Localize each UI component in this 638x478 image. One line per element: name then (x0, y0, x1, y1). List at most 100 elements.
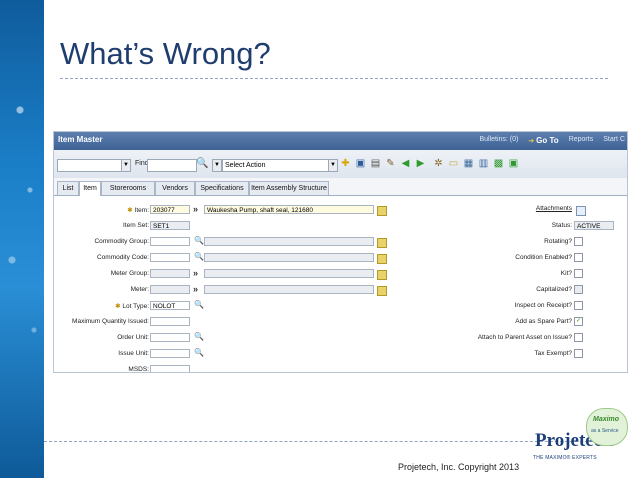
issue-unit-label: Issue Unit: (118, 350, 149, 357)
order-unit-lookup-icon[interactable]: 🔍 (194, 332, 204, 341)
goto-label: Go To (536, 136, 559, 145)
workflow-icon[interactable]: ✲ (432, 157, 445, 170)
item-label: ✱ Item: (127, 207, 149, 214)
edit-icon[interactable]: ✎ (384, 157, 397, 170)
reports-link[interactable]: Reports (569, 136, 594, 145)
folder-icon[interactable]: ▭ (447, 157, 460, 170)
rotating-checkbox[interactable] (574, 237, 583, 246)
lot-type-field[interactable]: NOLOT (150, 301, 190, 310)
commodity-group-field[interactable] (150, 237, 190, 246)
commodity-group-detail-icon[interactable] (377, 238, 387, 248)
status-label: Status: (551, 222, 572, 229)
attach-to-parent-asset-checkbox[interactable] (574, 333, 583, 342)
duplicate-icon[interactable]: ▩ (492, 157, 505, 170)
goto-link[interactable]: ➔ Go To (528, 136, 558, 145)
goto-icon: ➔ (528, 138, 537, 145)
long-description-icon[interactable]: » (193, 204, 198, 214)
maximo-badge: Maximo as a Service (586, 408, 628, 446)
add-as-spare-part-checkbox[interactable]: ✓ (574, 317, 583, 326)
select-action-label: Select Action (225, 162, 266, 169)
issue-unit-field[interactable] (150, 349, 190, 358)
meter-field (150, 285, 190, 294)
search-dropdown-button[interactable]: ▼ (212, 159, 222, 172)
tab-vendors[interactable]: Vendors (155, 181, 195, 195)
search-icon[interactable]: 🔍 (196, 157, 209, 170)
tab-specifications[interactable]: Specifications (195, 181, 249, 195)
query-select[interactable] (57, 159, 123, 172)
msds-label: MSDS: (128, 366, 149, 373)
item-form: ✱ Item: 203077 » Waukesha Pump, shaft se… (54, 196, 627, 372)
meter-group-description (204, 269, 374, 278)
bookmark-icon[interactable]: ▥ (477, 157, 490, 170)
meter-group-field (150, 269, 190, 278)
commodity-code-detail-icon[interactable] (377, 254, 387, 264)
header-links: Bulletins: (0) ➔ Go To Reports Start C (479, 136, 625, 145)
item-detail-icon[interactable] (377, 206, 387, 216)
export-icon[interactable]: ▣ (507, 157, 520, 170)
meter-group-detail-icon[interactable]: » (193, 268, 198, 278)
app-title: Item Master (58, 135, 103, 144)
copyright-footer: Projetech, Inc. Copyright 2013 (398, 462, 520, 472)
commodity-code-field[interactable] (150, 253, 190, 262)
item-label-text: Item: (134, 207, 149, 214)
commodity-code-description (204, 253, 374, 262)
query-dropdown-button[interactable]: ▼ (121, 159, 131, 172)
tax-exempt-checkbox[interactable] (574, 349, 583, 358)
capitalized-checkbox[interactable] (574, 285, 583, 294)
issue-unit-lookup-icon[interactable]: 🔍 (194, 348, 204, 357)
toolbar: ▼ Find: 🔍 ▼ Select Action ▼ ✚ ▣ ▤ ✎ ◀ ▶ … (54, 150, 627, 179)
logo-tagline: THE MAXIMO® EXPERTS (533, 455, 597, 461)
commodity-group-lookup-icon[interactable]: 🔍 (194, 236, 204, 245)
tab-item[interactable]: Item (79, 181, 101, 196)
start-center-link[interactable]: Start C (603, 136, 625, 145)
item-description-field[interactable]: Waukesha Pump, shaft seal, 121680 (204, 205, 374, 214)
meter-group-detail-menu-icon[interactable] (377, 270, 387, 280)
item-set-field: SET1 (150, 221, 190, 230)
title-divider (60, 78, 608, 79)
slide-title: What’s Wrong? (60, 36, 271, 71)
report-icon[interactable]: ▦ (462, 157, 475, 170)
action-dropdown-button[interactable]: ▼ (328, 159, 338, 172)
max-quantity-issued-field[interactable] (150, 317, 190, 326)
commodity-code-lookup-icon[interactable]: 🔍 (194, 252, 204, 261)
previous-record-icon[interactable]: ◀ (399, 157, 412, 170)
kit-checkbox[interactable] (574, 269, 583, 278)
condition-enabled-checkbox[interactable] (574, 253, 583, 262)
new-record-icon[interactable]: ✚ (339, 157, 352, 170)
inspect-on-receipt-label: Inspect on Receipt? (514, 302, 572, 309)
commodity-group-label: Commodity Group: (94, 238, 149, 245)
attach-to-parent-asset-label: Attach to Parent Asset on Issue? (477, 334, 572, 341)
capitalized-label: Capitalized? (536, 286, 572, 293)
lot-type-label-text: Lot Type: (122, 303, 149, 310)
tab-item-assembly-structure[interactable]: Item Assembly Structure (249, 181, 329, 195)
rotating-label: Rotating? (544, 238, 572, 245)
tax-exempt-label: Tax Exempt? (534, 350, 572, 357)
add-as-spare-part-label: Add as Spare Part? (515, 318, 572, 325)
meter-detail-icon[interactable]: » (193, 284, 198, 294)
bulletins-link[interactable]: Bulletins: (0) (479, 136, 518, 145)
find-input[interactable] (147, 159, 197, 172)
kit-label: Kit? (560, 270, 572, 277)
save-icon[interactable]: ▣ (354, 157, 367, 170)
condition-enabled-label: Condition Enabled? (515, 254, 572, 261)
meter-detail-menu-icon[interactable] (377, 286, 387, 296)
tab-bar: List Item Storerooms Vendors Specificati… (54, 178, 627, 196)
order-unit-field[interactable] (150, 333, 190, 342)
clear-icon[interactable]: ▤ (369, 157, 382, 170)
attachments-link[interactable]: Attachments (452, 205, 572, 212)
commodity-code-label: Commodity Code: (96, 254, 149, 261)
attachments-icon[interactable] (576, 206, 586, 216)
app-header: Item Master Bulletins: (0) ➔ Go To Repor… (54, 132, 627, 150)
meter-label: Meter: (130, 286, 149, 293)
item-field[interactable]: 203077 (150, 205, 190, 214)
tab-list[interactable]: List (57, 181, 79, 195)
item-master-window: Item Master Bulletins: (0) ➔ Go To Repor… (53, 131, 628, 373)
lot-type-lookup-icon[interactable]: 🔍 (194, 300, 204, 309)
msds-field[interactable] (150, 365, 190, 372)
tab-storerooms[interactable]: Storerooms (101, 181, 155, 195)
meter-description (204, 285, 374, 294)
select-action-dropdown[interactable]: Select Action (222, 159, 332, 172)
inspect-on-receipt-checkbox[interactable] (574, 301, 583, 310)
next-record-icon[interactable]: ▶ (414, 157, 427, 170)
status-field: ACTIVE (574, 221, 614, 230)
